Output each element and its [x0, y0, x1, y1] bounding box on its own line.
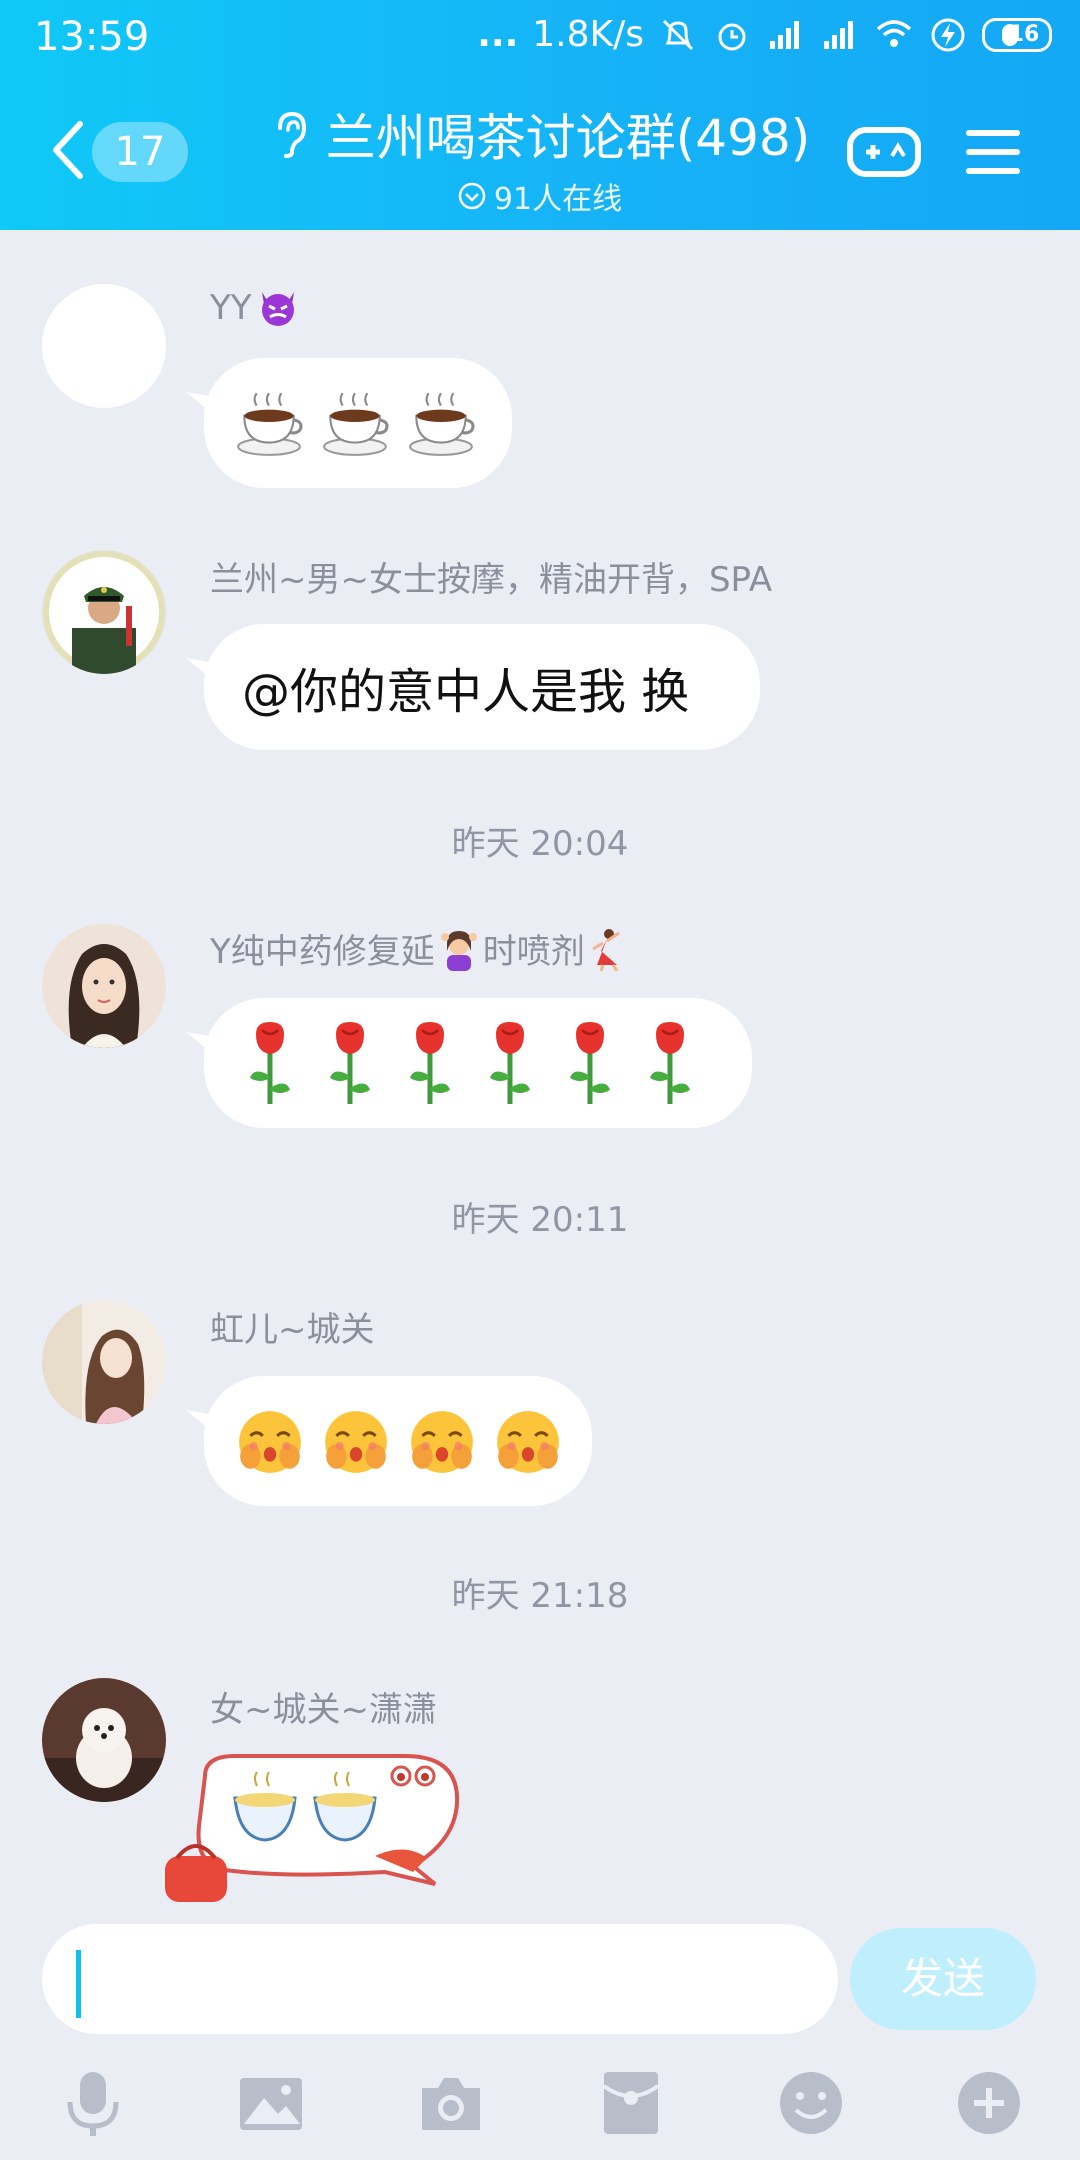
sender-name: 兰州~男~女士按摩，精油开背，SPA	[210, 560, 773, 600]
chevron-down-circle-icon	[458, 182, 486, 210]
rose-icon	[650, 1022, 690, 1104]
avatar[interactable]	[42, 550, 166, 674]
message-bubble[interactable]	[204, 998, 752, 1128]
sender-name: Y纯中药修复延 时喷剂	[210, 924, 627, 973]
tea-sticker-icon[interactable]	[160, 1746, 470, 1906]
emoji-icon[interactable]	[776, 2068, 846, 2138]
more-dots: ...	[477, 14, 519, 55]
status-bar: 13:59 ... 1.8K/s 16	[0, 0, 1080, 80]
title-area[interactable]: 兰州喝茶讨论群(498) 91人在线	[260, 98, 820, 218]
image-icon[interactable]	[236, 2068, 306, 2138]
status-icons: ... 1.8K/s 16	[477, 14, 1052, 55]
menu-icon[interactable]	[964, 126, 1022, 178]
timestamp: 昨天 21:18	[451, 1576, 629, 1616]
alarm-icon	[718, 23, 746, 50]
message-bubble[interactable]	[204, 358, 512, 488]
wifi-icon	[876, 19, 912, 47]
devil-emoji-icon	[261, 292, 294, 326]
back-arrow-icon[interactable]	[48, 118, 88, 182]
group-title: 兰州喝茶讨论群(498)	[325, 109, 811, 167]
header: 13:59 ... 1.8K/s 16 17 兰州喝茶讨论群(498) 91人在…	[0, 0, 1080, 230]
message-input[interactable]	[42, 1924, 838, 2034]
rose-icon	[330, 1022, 370, 1104]
shy-face-icon	[239, 1411, 301, 1473]
network-speed: 1.8K/s	[532, 14, 644, 55]
message-text: @你的意中人是我 换	[242, 664, 690, 720]
rose-icon	[490, 1022, 530, 1104]
unread-badge[interactable]: 17	[92, 122, 188, 182]
rose-icon	[250, 1022, 290, 1104]
sender-name: 虹儿~城关	[210, 1310, 375, 1350]
gamepad-icon[interactable]	[846, 122, 922, 182]
chat-list[interactable]: YY 兰州~男~女士按摩，精油开背，SPA @你的意中人是我 换 昨天 20:0…	[0, 230, 1080, 1920]
ear-icon	[277, 111, 306, 158]
avatar[interactable]	[42, 924, 166, 1048]
online-count: 91人在线	[493, 182, 623, 217]
signal-icon	[770, 20, 799, 49]
shy-face-icon	[497, 1411, 559, 1473]
shy-face-icon	[411, 1411, 473, 1473]
timestamp: 昨天 20:04	[451, 824, 629, 864]
timestamp: 昨天 20:11	[451, 1200, 629, 1240]
avatar[interactable]	[42, 284, 166, 408]
mute-bell-icon	[662, 19, 694, 50]
text-caret	[76, 1950, 81, 2018]
message-bubble[interactable]: @你的意中人是我 换	[204, 624, 760, 750]
coffee-cup-icon	[237, 392, 303, 456]
avatar[interactable]	[42, 1678, 166, 1802]
shy-face-icon	[325, 1411, 387, 1473]
coffee-cup-icon	[409, 392, 475, 456]
battery-level: 16	[1008, 22, 1040, 47]
status-time: 13:59	[34, 14, 150, 60]
input-bar: 发送	[0, 1920, 1080, 2160]
mic-icon[interactable]	[58, 2068, 128, 2138]
charging-icon	[931, 18, 965, 51]
camera-icon[interactable]	[416, 2068, 486, 2138]
rose-icon	[570, 1022, 610, 1104]
plus-icon[interactable]	[954, 2068, 1024, 2138]
rose-icon	[410, 1022, 450, 1104]
signal-hd-icon	[824, 20, 853, 49]
battery-icon: 16	[982, 17, 1052, 52]
red-packet-icon[interactable]	[596, 2068, 666, 2138]
sender-name: 女~城关~潇潇	[210, 1690, 437, 1730]
toolbar	[0, 2058, 1080, 2158]
send-button[interactable]: 发送	[850, 1928, 1036, 2030]
message-bubble[interactable]	[204, 1376, 592, 1506]
avatar[interactable]	[42, 1300, 166, 1424]
sender-name: YY	[210, 286, 300, 330]
woman-gesture-icon	[440, 930, 477, 971]
coffee-cup-icon	[323, 392, 389, 456]
dancer-icon	[592, 928, 620, 971]
